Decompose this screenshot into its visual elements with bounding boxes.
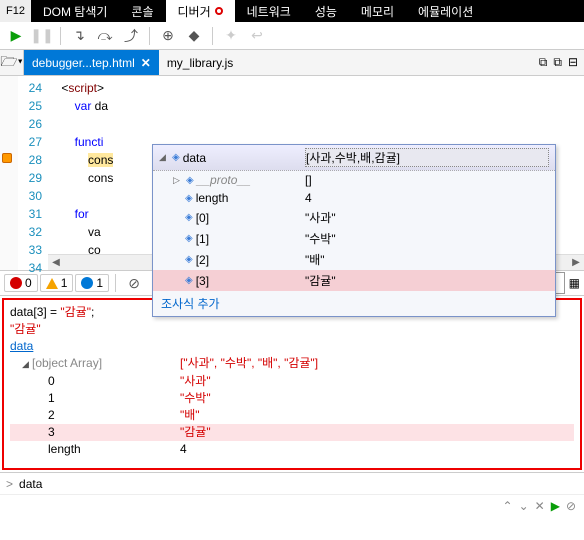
prompt-icon: >	[6, 477, 13, 491]
warning-count[interactable]: 1	[40, 274, 74, 292]
panel-icon-1[interactable]: ⧉	[539, 55, 548, 70]
wordwrap-button[interactable]: ↩	[245, 24, 269, 48]
scroll-left-icon[interactable]: ◀	[48, 257, 64, 268]
collapse-icon[interactable]: ⌄	[519, 499, 529, 513]
console-output[interactable]: data[3] = "감귤"; "감귤" data ◢[object Array…	[2, 298, 582, 470]
pause-indicator-icon	[215, 7, 223, 15]
footer-controls: ⌃ ⌄ ✕ ▶ ⊘	[0, 494, 584, 516]
tab-dom[interactable]: DOM 탐색기	[31, 0, 119, 22]
dropdown-chip-icon[interactable]: ▦	[569, 276, 580, 290]
scroll-right-icon[interactable]: ▶	[568, 257, 584, 268]
clear-footer-icon[interactable]: ⊘	[566, 499, 576, 513]
tab-performance[interactable]: 성능	[303, 0, 349, 22]
warning-icon	[46, 278, 58, 289]
pretty-print-button[interactable]: ✦	[219, 24, 243, 48]
close-icon[interactable]: ✕	[141, 56, 151, 70]
step-into-button[interactable]: ↴	[67, 24, 91, 48]
run-icon[interactable]: ▶	[551, 499, 560, 513]
f12-key: F12	[0, 0, 31, 22]
code-editor[interactable]: 242526 272829 303132 3334 <script> var d…	[0, 76, 584, 270]
panel-icon-3[interactable]: ⊟	[568, 55, 578, 70]
continue-button[interactable]: ▶	[4, 24, 28, 48]
close-footer-icon[interactable]: ✕	[535, 499, 545, 513]
breakpoint-icon[interactable]	[2, 153, 12, 163]
step-over-button[interactable]: ⤼	[93, 24, 117, 48]
info-count[interactable]: 1	[75, 274, 109, 292]
tab-console[interactable]: 콘솔	[119, 0, 165, 22]
add-watch-link[interactable]: 조사식 추가	[153, 291, 555, 316]
tab-emulation[interactable]: 에뮬레이션	[406, 0, 485, 22]
console-data-link[interactable]: data	[10, 338, 574, 355]
error-icon	[10, 277, 22, 289]
line-number-gutter: 242526 272829 303132 3334	[18, 76, 48, 270]
step-out-button[interactable]: ⤴	[119, 24, 143, 48]
expand-icon[interactable]: ⌃	[503, 499, 513, 513]
break-new-worker-button[interactable]: ⊕	[156, 24, 180, 48]
pause-button[interactable]: ❚❚	[30, 24, 54, 48]
console-input[interactable]: > data	[0, 472, 584, 494]
file-tab-inactive[interactable]: my_library.js	[159, 50, 241, 75]
tab-network[interactable]: 네트워크	[235, 0, 303, 22]
debugger-toolbar: ▶ ❚❚ ↴ ⤼ ⤴ ⊕ ◆ ✦ ↩	[0, 22, 584, 50]
file-picker-button[interactable]: 🗁▾	[0, 50, 24, 75]
file-tabbar: 🗁▾ debugger...tep.html ✕ my_library.js ⧉…	[0, 50, 584, 76]
data-tooltip[interactable]: ◢◈ data [사과,수박,배,감귤] ▷◈ __proto__[] ◈ le…	[152, 144, 556, 317]
tab-debugger[interactable]: 디버거	[166, 0, 235, 22]
file-tab-active[interactable]: debugger...tep.html ✕	[24, 50, 159, 75]
tab-memory[interactable]: 메모리	[349, 0, 406, 22]
exception-button[interactable]: ◆	[182, 24, 206, 48]
info-icon	[81, 277, 93, 289]
devtools-tabbar: F12 DOM 탐색기 콘솔 디버거 네트워크 성능 메모리 에뮬레이션	[0, 0, 584, 22]
panel-icon-2[interactable]: ⧉	[553, 55, 562, 70]
clear-button[interactable]: ⊘	[122, 271, 146, 295]
